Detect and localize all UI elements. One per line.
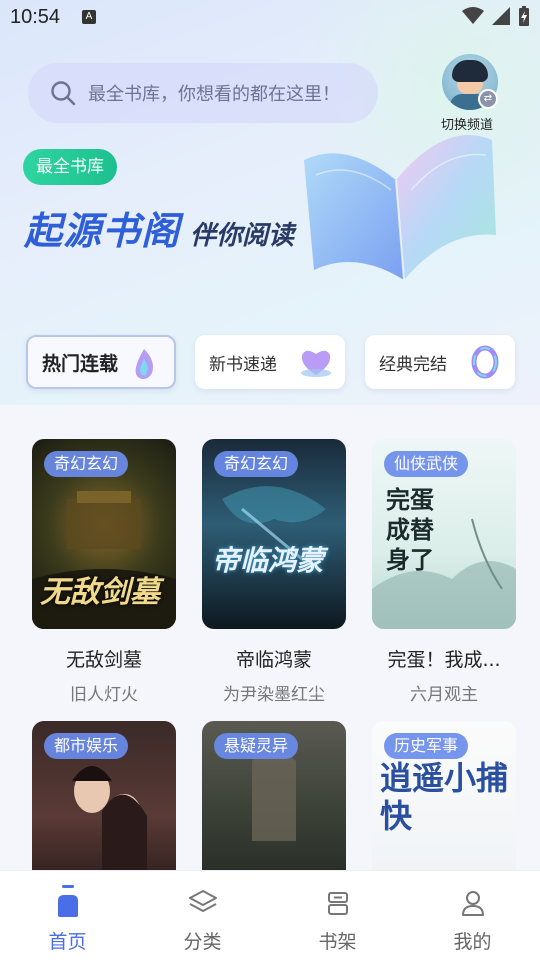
genre-tag: 历史军事 (384, 733, 469, 759)
genre-tag: 都市娱乐 (44, 733, 129, 759)
bottom-navigation: 首页 分类 书架 我的 (0, 870, 540, 960)
banner-slogan: 伴你阅读 (190, 221, 295, 251)
category-label: 新书速递 (209, 354, 277, 375)
ring-icon (471, 345, 499, 379)
banner-app-name: 起源书阁 (24, 209, 181, 253)
banner-badge: 最全书库 (23, 149, 117, 185)
genre-tag: 奇幻玄幻 (44, 451, 129, 477)
category-label: 经典完结 (379, 354, 447, 375)
genre-tag: 悬疑灵异 (214, 733, 299, 759)
home-icon (57, 885, 78, 917)
category-hot-serial[interactable]: 热门连载 (26, 335, 176, 389)
book-title: 帝临鸿蒙 (235, 649, 312, 671)
nav-label: 首页 (48, 931, 87, 953)
nav-profile[interactable]: 我的 (405, 871, 540, 960)
book-title: 无敌剑墓 (65, 649, 142, 671)
nav-label: 书架 (318, 931, 357, 953)
book-cover: 奇幻玄幻 帝临鸿蒙 (202, 439, 346, 629)
book-cover: 奇幻玄幻 无敌剑墓 (32, 439, 176, 629)
book-card[interactable]: 仙侠武侠 完蛋 成替身了 完蛋！我成... 六月观主 (372, 439, 516, 705)
category-label: 热门连载 (42, 352, 119, 375)
status-time: 10:54 (10, 6, 61, 28)
nav-label: 我的 (453, 931, 492, 953)
book-card[interactable]: 奇幻玄幻 帝临鸿蒙 帝临鸿蒙 为尹染墨红尘 (202, 439, 346, 705)
category-classic-finished[interactable]: 经典完结 (365, 335, 515, 389)
status-bar: 10:54 A (0, 0, 540, 36)
book-author: 为尹染墨红尘 (223, 685, 325, 705)
banner-title: 起源书阁 伴你阅读 (24, 200, 294, 255)
notification-a-icon: A (82, 10, 96, 24)
nav-bookshelf[interactable]: 书架 (270, 871, 405, 960)
switch-arrows-icon: ⇄ (478, 89, 498, 109)
nav-category[interactable]: 分类 (135, 871, 270, 960)
cover-title: 无敌剑墓 (40, 575, 160, 610)
search-placeholder: 最全书库，你想看的都在这里！ (88, 84, 340, 105)
search-icon (51, 81, 76, 106)
category-new-books[interactable]: 新书速递 (195, 335, 345, 389)
search-bar[interactable]: 最全书库，你想看的都在这里！ (28, 63, 378, 123)
bookshelf-icon (327, 892, 348, 915)
cover-title: 完蛋 成替身了 (386, 486, 434, 574)
book-title: 完蛋！我成... (387, 649, 501, 671)
book-author: 六月观主 (410, 685, 478, 705)
cover-title: 帝临鸿蒙 (212, 544, 325, 577)
nav-home[interactable]: 首页 (0, 871, 135, 960)
heart-icon (301, 350, 331, 377)
nav-label: 分类 (183, 931, 222, 953)
profile-icon (461, 891, 484, 916)
book-author: 旧人灯火 (70, 685, 138, 705)
genre-tag: 仙侠武侠 (384, 451, 469, 477)
genre-tag: 奇幻玄幻 (214, 451, 299, 477)
status-icons (462, 6, 530, 26)
signal-icon (492, 7, 510, 25)
book-cover: 仙侠武侠 完蛋 成替身了 (372, 439, 516, 629)
flame-icon (135, 349, 153, 380)
battery-icon (519, 6, 529, 26)
layers-icon (188, 890, 217, 912)
open-book-illustration (304, 135, 496, 281)
book-card[interactable]: 奇幻玄幻 无敌剑墓 无敌剑墓 旧人灯火 (32, 439, 176, 705)
cover-title: 逍遥小捕快 (380, 759, 509, 835)
wifi-icon (462, 7, 484, 24)
